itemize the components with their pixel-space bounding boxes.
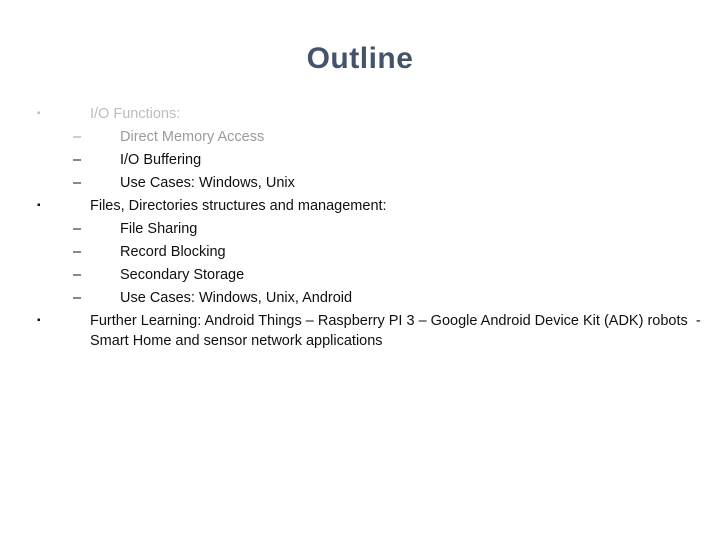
- outline-item-level1: ▪ Files, Directories structures and manag…: [0, 196, 720, 216]
- outline-item-label: Direct Memory Access: [120, 129, 265, 145]
- dash-bullet-icon: –: [73, 290, 82, 306]
- outline-item-label: I/O Functions:: [90, 106, 181, 122]
- outline-item-level2: – I/O Buffering: [0, 150, 720, 170]
- square-bullet-icon: ▪: [37, 200, 41, 211]
- outline-item-level2: – File Sharing: [0, 219, 720, 239]
- slide-canvas: Outline ▪ I/O Functions: – Direct Memory Ac…: [0, 0, 720, 540]
- outline-item-label: Files, Directories structures and manage…: [90, 198, 387, 214]
- outline-item-level1: ▪ Further Learning: Android Things – Rasp…: [0, 311, 720, 351]
- outline-list: ▪ I/O Functions: – Direct Memory Access – I/O…: [0, 104, 720, 354]
- outline-item-level2: – Secondary Storage: [0, 265, 720, 285]
- dash-bullet-icon: –: [73, 152, 82, 168]
- dash-bullet-icon: –: [73, 244, 82, 260]
- outline-item-label: Use Cases: Windows, Unix, Android: [120, 290, 353, 306]
- square-bullet-icon: ▪: [37, 315, 41, 326]
- outline-item-level2: – Use Cases: Windows, Unix, Android: [0, 288, 720, 308]
- dash-bullet-icon: –: [73, 267, 82, 283]
- outline-item-level1: ▪ I/O Functions:: [0, 104, 720, 124]
- outline-item-level2: – Direct Memory Access: [0, 127, 720, 147]
- dash-bullet-icon: –: [73, 175, 82, 191]
- outline-item-label: Further Learning: Android Things – Raspb…: [90, 313, 705, 349]
- dash-bullet-icon: –: [73, 129, 82, 145]
- outline-item-label: Record Blocking: [120, 244, 226, 260]
- outline-item-level2: – Record Blocking: [0, 242, 720, 262]
- outline-item-label: Secondary Storage: [120, 267, 245, 283]
- outline-item-label: File Sharing: [120, 221, 198, 237]
- outline-item-label: Use Cases: Windows, Unix: [120, 175, 295, 191]
- square-bullet-icon: ▪: [37, 108, 41, 119]
- dash-bullet-icon: –: [73, 221, 82, 237]
- outline-item-label: I/O Buffering: [120, 152, 202, 168]
- page-title: Outline: [306, 42, 414, 75]
- outline-item-level2: – Use Cases: Windows, Unix: [0, 173, 720, 193]
